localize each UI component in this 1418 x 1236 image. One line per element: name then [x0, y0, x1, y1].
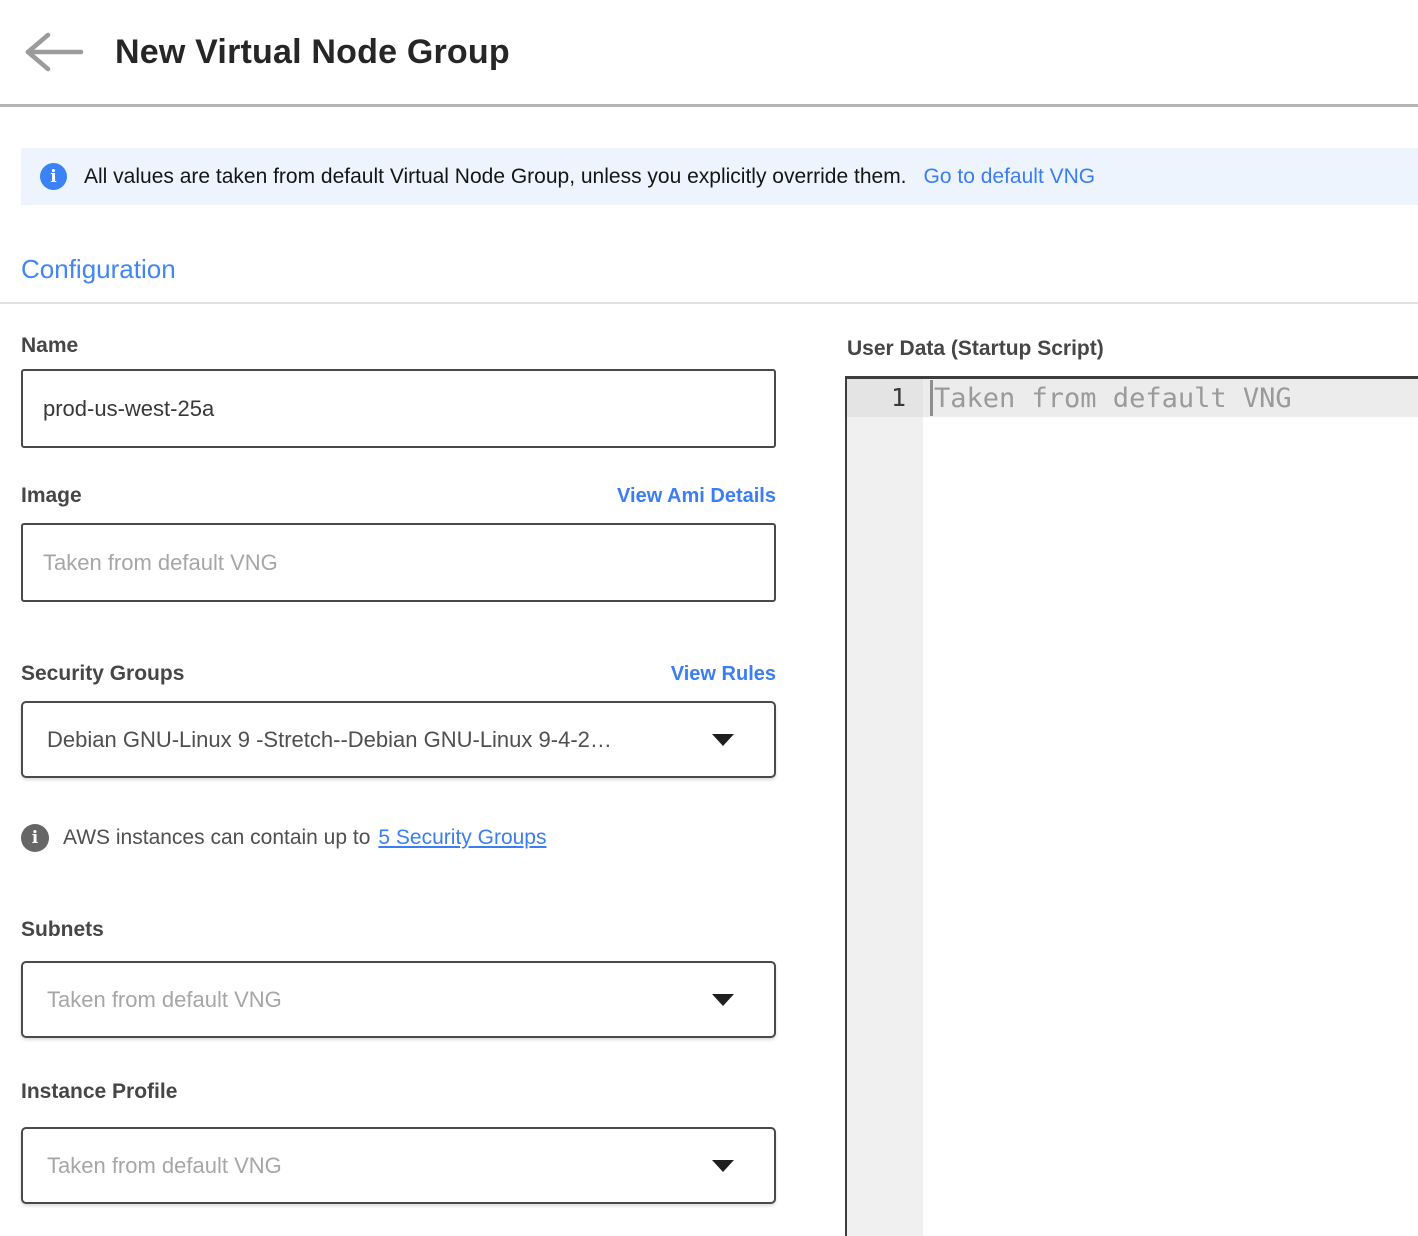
instance-profile-placeholder: Taken from default VNG: [47, 1153, 282, 1179]
editor-line-content[interactable]: Taken from default VNG: [923, 379, 1418, 417]
page-header: New Virtual Node Group: [0, 0, 1418, 74]
image-input[interactable]: [21, 523, 776, 602]
security-groups-label: Security Groups: [21, 660, 184, 687]
go-to-default-vng-link[interactable]: Go to default VNG: [924, 165, 1096, 189]
security-groups-info-row: i AWS instances can contain up to 5 Secu…: [21, 824, 776, 852]
chevron-down-icon: [712, 1160, 734, 1172]
chevron-down-icon: [712, 994, 734, 1006]
configuration-section-title: Configuration: [21, 254, 1418, 285]
editor-line-number: 1: [847, 379, 923, 417]
back-arrow-icon[interactable]: [21, 32, 85, 72]
editor-line-1[interactable]: 1 Taken from default VNG: [847, 379, 1418, 417]
editor-gutter: [847, 417, 923, 1236]
editor-empty-area[interactable]: [847, 417, 1418, 1236]
subnets-dropdown[interactable]: Taken from default VNG: [21, 961, 776, 1038]
info-banner: i All values are taken from default Virt…: [21, 148, 1418, 205]
header-divider: [0, 104, 1418, 107]
subnets-label: Subnets: [21, 916, 776, 943]
security-groups-info-text: AWS instances can contain up to: [63, 826, 370, 850]
configuration-form: Name Image View Ami Details Security Gro…: [21, 332, 776, 1204]
user-data-editor[interactable]: 1 Taken from default VNG: [845, 376, 1418, 1236]
security-groups-field-block: Security Groups View Rules Debian GNU-Li…: [21, 660, 776, 778]
section-divider: [0, 302, 1418, 304]
view-rules-link[interactable]: View Rules: [671, 663, 776, 686]
user-data-section: User Data (Startup Script) 1 Taken from …: [845, 335, 1418, 1236]
text-cursor: [930, 380, 933, 416]
instance-profile-label: Instance Profile: [21, 1078, 776, 1105]
chevron-down-icon: [712, 734, 734, 746]
name-input[interactable]: [21, 369, 776, 448]
name-field-block: Name: [21, 332, 776, 482]
subnets-placeholder: Taken from default VNG: [47, 987, 282, 1013]
name-label: Name: [21, 332, 776, 359]
image-field-block: Image View Ami Details: [21, 482, 776, 660]
editor-placeholder-text: Taken from default VNG: [934, 383, 1292, 414]
security-groups-dropdown[interactable]: Debian GNU-Linux 9 -Stretch--Debian GNU-…: [21, 701, 776, 778]
page-title: New Virtual Node Group: [115, 30, 510, 74]
info-icon: i: [21, 824, 49, 852]
instance-profile-dropdown[interactable]: Taken from default VNG: [21, 1127, 776, 1204]
banner-message: All values are taken from default Virtua…: [84, 165, 907, 189]
view-ami-details-link[interactable]: View Ami Details: [617, 485, 776, 508]
editor-content-area[interactable]: [923, 417, 1418, 1236]
security-groups-limit-link[interactable]: 5 Security Groups: [378, 826, 546, 850]
user-data-label: User Data (Startup Script): [847, 335, 1418, 362]
info-icon: i: [40, 163, 67, 190]
subnets-field-block: Subnets Taken from default VNG: [21, 916, 776, 1038]
security-groups-selected-value: Debian GNU-Linux 9 -Stretch--Debian GNU-…: [47, 727, 612, 753]
instance-profile-field-block: Instance Profile Taken from default VNG: [21, 1078, 776, 1204]
image-label: Image: [21, 482, 82, 509]
